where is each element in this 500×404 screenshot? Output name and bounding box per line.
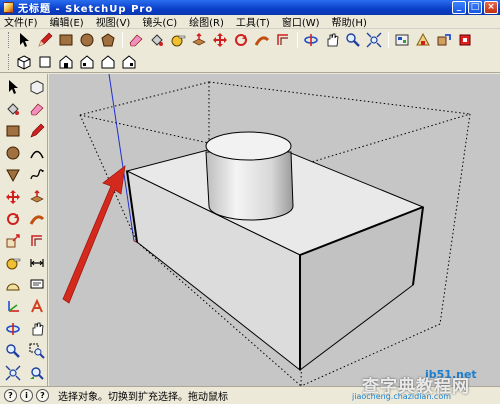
app-icon xyxy=(3,2,14,13)
scale-icon[interactable] xyxy=(2,231,23,251)
line-icon[interactable] xyxy=(26,121,47,141)
select-icon[interactable] xyxy=(2,77,23,97)
follow-me-icon[interactable] xyxy=(26,209,47,229)
toolbar-grip[interactable] xyxy=(8,53,11,70)
orbit-icon[interactable] xyxy=(301,31,320,50)
toolbar-separator xyxy=(388,32,389,48)
move-icon[interactable] xyxy=(210,31,229,50)
tape-measure-icon[interactable] xyxy=(2,253,23,273)
tape-measure-icon[interactable] xyxy=(168,31,187,50)
circle-icon[interactable] xyxy=(2,143,23,163)
freehand-icon[interactable] xyxy=(26,165,47,185)
toolbar-separator xyxy=(297,32,298,48)
menu-edit[interactable]: 编辑(E) xyxy=(50,14,84,29)
cylinder-side[interactable] xyxy=(205,151,294,221)
select-arrow-icon[interactable] xyxy=(14,31,33,50)
orbit-icon[interactable] xyxy=(2,319,23,339)
toolbar-separator xyxy=(122,32,123,48)
rotate-icon[interactable] xyxy=(231,31,250,50)
extension-icon[interactable] xyxy=(455,31,474,50)
paint-bucket-icon[interactable] xyxy=(2,99,23,119)
follow-me-icon[interactable] xyxy=(252,31,271,50)
push-pull-icon[interactable] xyxy=(189,31,208,50)
zoom-extents-icon[interactable] xyxy=(364,31,383,50)
pan-icon[interactable] xyxy=(322,31,341,50)
rotate-icon[interactable] xyxy=(2,209,23,229)
warehouse-icon[interactable] xyxy=(392,31,411,50)
zoom-icon[interactable] xyxy=(343,31,362,50)
zoom-icon[interactable] xyxy=(2,341,23,361)
back-view-icon[interactable] xyxy=(98,52,117,71)
arc-icon[interactable] xyxy=(26,143,47,163)
menu-bar: 文件(F) 编辑(E) 视图(V) 镜头(C) 绘图(R) 工具(T) 窗口(W… xyxy=(0,15,500,29)
polygon-icon[interactable] xyxy=(2,165,23,185)
menu-file[interactable]: 文件(F) xyxy=(4,14,38,29)
share-model-icon[interactable] xyxy=(434,31,453,50)
right-view-icon[interactable] xyxy=(77,52,96,71)
modeling-viewport[interactable] xyxy=(49,74,500,386)
window-title: 无标题 - SketchUp Pro xyxy=(18,4,154,15)
3d-text-icon[interactable] xyxy=(26,297,47,317)
close-button[interactable]: × xyxy=(484,1,498,14)
offset-icon[interactable] xyxy=(273,31,292,50)
help-icon[interactable]: ? xyxy=(36,389,49,402)
left-toolbar xyxy=(0,74,48,402)
z-axis-line xyxy=(108,74,135,242)
axes-icon[interactable] xyxy=(2,297,23,317)
window-controls: _ □ × xyxy=(452,1,498,14)
toolbar-grip[interactable] xyxy=(8,32,11,48)
push-pull-icon[interactable] xyxy=(26,187,47,207)
menu-window[interactable]: 窗口(W) xyxy=(282,14,320,29)
paint-bucket-icon[interactable] xyxy=(147,31,166,50)
status-text: 选择对象。切换到扩充选择。拖动鼠标 xyxy=(58,392,228,403)
geo-location-icon[interactable]: ? xyxy=(4,389,17,402)
title-bar: 无标题 - SketchUp Pro _ □ × xyxy=(0,0,500,15)
main-toolbar xyxy=(0,29,500,51)
top-view-icon[interactable] xyxy=(35,52,54,71)
text-icon[interactable] xyxy=(26,275,47,295)
credits-icon[interactable]: i xyxy=(20,389,33,402)
zoom-extents-icon[interactable] xyxy=(2,363,23,383)
left-view-icon[interactable] xyxy=(119,52,138,71)
menu-help[interactable]: 帮助(H) xyxy=(332,14,367,29)
move-icon[interactable] xyxy=(2,187,23,207)
menu-view[interactable]: 视图(V) xyxy=(96,14,131,29)
annotation-arrow xyxy=(62,165,126,304)
minimize-button[interactable]: _ xyxy=(452,1,466,14)
views-toolbar xyxy=(0,51,500,73)
iso-view-icon[interactable] xyxy=(14,52,33,71)
eraser-icon[interactable] xyxy=(126,31,145,50)
eraser-icon[interactable] xyxy=(26,99,47,119)
make-component-icon[interactable] xyxy=(26,77,47,97)
pencil-icon[interactable] xyxy=(35,31,54,50)
scene-canvas[interactable] xyxy=(49,74,500,386)
polygon-icon[interactable] xyxy=(98,31,117,50)
rectangle-icon[interactable] xyxy=(56,31,75,50)
zoom-window-icon[interactable] xyxy=(26,341,47,361)
dimension-icon[interactable] xyxy=(26,253,47,273)
maximize-button[interactable]: □ xyxy=(468,1,482,14)
menu-draw[interactable]: 绘图(R) xyxy=(189,14,224,29)
pan-icon[interactable] xyxy=(26,319,47,339)
rectangle-icon[interactable] xyxy=(2,121,23,141)
menu-camera[interactable]: 镜头(C) xyxy=(142,14,177,29)
cylinder-top[interactable] xyxy=(205,131,292,161)
circle-icon[interactable] xyxy=(77,31,96,50)
watermark-sub: jiaocheng.chazidian.com xyxy=(352,392,452,401)
protractor-icon[interactable] xyxy=(2,275,23,295)
offset-icon[interactable] xyxy=(26,231,47,251)
previous-view-icon[interactable] xyxy=(26,363,47,383)
components-icon[interactable] xyxy=(413,31,432,50)
menu-tools[interactable]: 工具(T) xyxy=(236,14,270,29)
sketchup-window: 无标题 - SketchUp Pro _ □ × 文件(F) 编辑(E) 视图(… xyxy=(0,0,500,404)
front-view-icon[interactable] xyxy=(56,52,75,71)
